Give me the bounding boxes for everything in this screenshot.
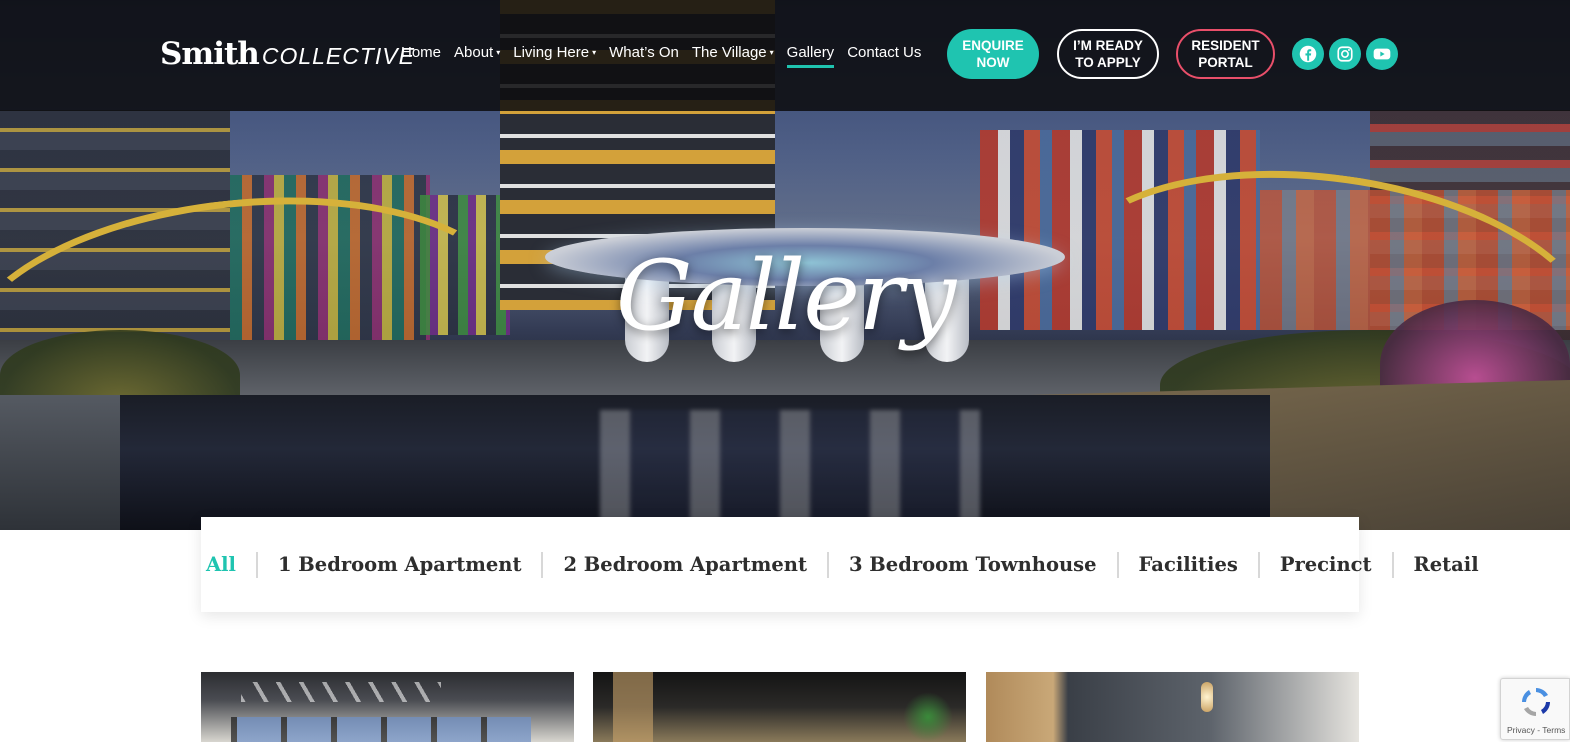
label-line: ENQUIRE bbox=[962, 38, 1024, 53]
nav-label: What’s On bbox=[609, 44, 679, 61]
chevron-down-icon: ▾ bbox=[769, 48, 774, 57]
nav-label: Home bbox=[401, 44, 442, 61]
recaptcha-text[interactable]: Privacy - Terms bbox=[1507, 725, 1565, 735]
hero-pond-reflection bbox=[600, 410, 980, 520]
recaptcha-icon bbox=[1522, 688, 1550, 716]
nav-item-contact-us[interactable]: Contact Us bbox=[847, 44, 921, 61]
filter-divider bbox=[541, 551, 544, 578]
gallery-image-tile[interactable] bbox=[986, 672, 1359, 742]
gallery-image-tile[interactable] bbox=[201, 672, 574, 742]
nav-label: Living Here bbox=[513, 44, 590, 61]
recaptcha-badge[interactable]: Privacy - Terms bbox=[1500, 678, 1570, 740]
filter-retail[interactable]: Retail bbox=[1414, 553, 1479, 576]
nav-item-about[interactable]: About ▾ bbox=[454, 44, 500, 61]
nav-label: Gallery bbox=[786, 44, 835, 61]
label-line: NOW bbox=[976, 55, 1010, 70]
nav-item-living-here[interactable]: Living Here ▾ bbox=[513, 44, 596, 61]
ready-to-apply-label: I’M READY TO APPLY bbox=[1073, 37, 1143, 71]
facebook-link[interactable] bbox=[1292, 38, 1324, 70]
gallery-filter-bar: All 1 Bedroom Apartment 2 Bedroom Apartm… bbox=[201, 517, 1479, 612]
filter-divider bbox=[826, 551, 829, 578]
youtube-link[interactable] bbox=[1366, 38, 1398, 70]
filter-divider bbox=[1116, 551, 1119, 578]
filter-divider bbox=[1257, 551, 1260, 578]
nav-item-the-village[interactable]: The Village ▾ bbox=[692, 44, 774, 61]
label-line: RESIDENT bbox=[1191, 38, 1260, 53]
nav-item-whats-on[interactable]: What’s On bbox=[609, 44, 679, 61]
filter-divider bbox=[255, 551, 258, 578]
site-logo[interactable]: Smith COLLECTIVE bbox=[160, 36, 415, 72]
chevron-down-icon: ▾ bbox=[592, 48, 597, 57]
page-title: Gallery bbox=[615, 240, 956, 352]
nav-item-home[interactable]: Home bbox=[401, 44, 441, 61]
chevron-down-icon: ▾ bbox=[496, 48, 501, 57]
filter-all[interactable]: All bbox=[206, 553, 236, 576]
nav-item-gallery[interactable]: Gallery bbox=[786, 44, 835, 68]
gallery-image-tile[interactable] bbox=[593, 672, 966, 742]
filter-divider bbox=[1391, 551, 1394, 578]
nav-label: About bbox=[454, 44, 494, 61]
nav-label: The Village bbox=[691, 44, 767, 61]
nav-label: Contact Us bbox=[847, 44, 922, 61]
instagram-link[interactable] bbox=[1329, 38, 1361, 70]
filter-2-bedroom-apartment[interactable]: 2 Bedroom Apartment bbox=[563, 553, 807, 576]
logo-sub-text: COLLECTIVE bbox=[261, 43, 415, 69]
enquire-now-button[interactable]: ENQUIRE NOW bbox=[947, 29, 1039, 79]
main-nav: Home About ▾ Living Here ▾ What’s On The V… bbox=[401, 44, 934, 68]
instagram-icon bbox=[1337, 46, 1353, 62]
label-line: I’M READY bbox=[1073, 38, 1143, 53]
enquire-now-label: ENQUIRE NOW bbox=[962, 37, 1024, 71]
label-line: TO APPLY bbox=[1075, 55, 1141, 70]
filter-3-bedroom-townhouse[interactable]: 3 Bedroom Townhouse bbox=[849, 553, 1097, 576]
site-header: Smith COLLECTIVE Home About ▾ Living Here… bbox=[0, 0, 1570, 111]
logo-main-text: Smith bbox=[160, 36, 260, 72]
ready-to-apply-button[interactable]: I’M READY TO APPLY bbox=[1057, 29, 1159, 79]
filter-precinct[interactable]: Precinct bbox=[1280, 553, 1372, 576]
filter-facilities[interactable]: Facilities bbox=[1139, 553, 1238, 576]
filter-1-bedroom-apartment[interactable]: 1 Bedroom Apartment bbox=[278, 553, 522, 576]
resident-portal-button[interactable]: RESIDENT PORTAL bbox=[1176, 29, 1275, 79]
resident-portal-label: RESIDENT PORTAL bbox=[1191, 37, 1259, 71]
label-line: PORTAL bbox=[1198, 55, 1253, 70]
youtube-icon bbox=[1373, 48, 1391, 60]
facebook-icon bbox=[1299, 45, 1317, 63]
